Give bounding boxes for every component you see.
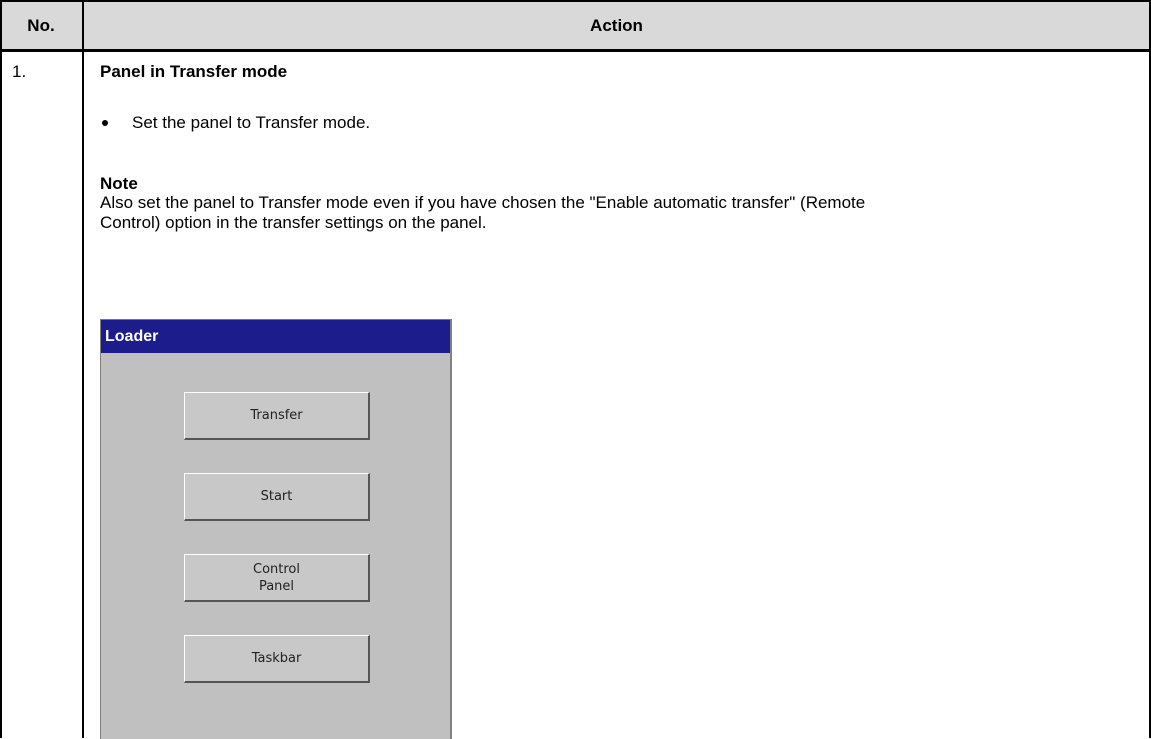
step-number: 1. [12, 62, 27, 81]
taskbar-button[interactable]: Taskbar [184, 635, 370, 683]
bullet-icon [102, 120, 108, 126]
header-no: No. [27, 16, 55, 35]
loader-title-bar: Loader [101, 319, 450, 353]
instruction-table: No. Action 1. Panel in Transfer mode Set… [0, 0, 1151, 739]
table-header-row: No. Action [0, 0, 1151, 52]
header-action: Action [590, 16, 643, 35]
step-content: Panel in Transfer mode Set the panel to … [100, 62, 1140, 232]
table-border-left [0, 0, 2, 738]
note-heading: Note [100, 174, 138, 193]
transfer-button[interactable]: Transfer [184, 392, 370, 440]
control-panel-button[interactable]: Control Panel [184, 554, 370, 602]
loader-dialog-screenshot: Loader Transfer Start Control Panel Task… [100, 319, 452, 739]
bullet-text: Set the panel to Transfer mode. [132, 113, 371, 132]
start-button[interactable]: Start [184, 473, 370, 521]
step-title: Panel in Transfer mode [100, 62, 288, 81]
note-body: Also set the panel to Transfer mode even… [100, 193, 866, 232]
table-column-divider [82, 0, 84, 738]
